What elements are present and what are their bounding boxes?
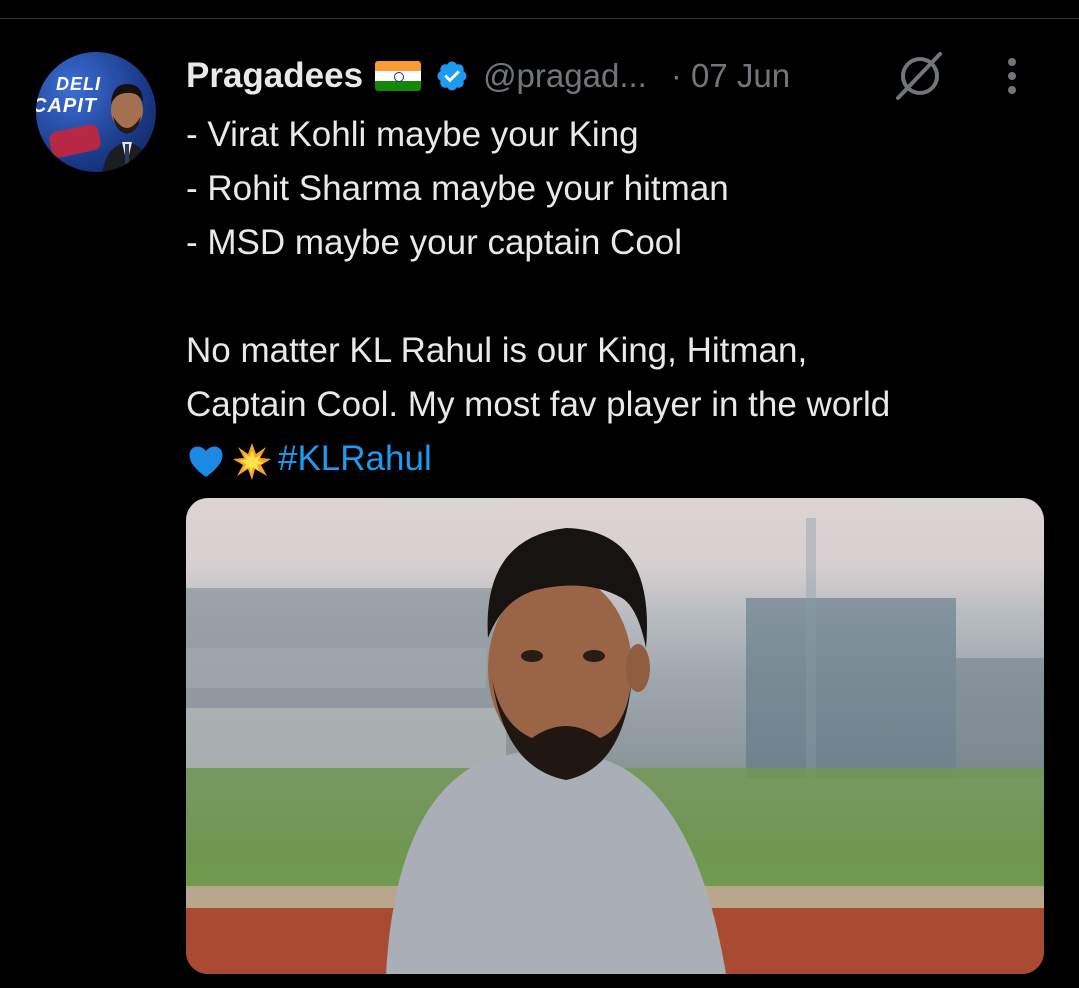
avatar[interactable]: DELI CAPIT bbox=[36, 52, 156, 172]
photo-content bbox=[186, 518, 1044, 974]
tweet-header: Pragadees @pragad... · 07 Jun bbox=[186, 52, 1056, 100]
collision-icon bbox=[233, 442, 271, 480]
avatar-text-line1: DELI bbox=[56, 74, 102, 94]
grok-icon[interactable] bbox=[892, 48, 948, 104]
tweet-line-7: #KLRahul bbox=[186, 432, 1046, 486]
india-flag-icon bbox=[375, 61, 422, 91]
tweet-line-6: Captain Cool. My most fav player in the … bbox=[186, 385, 891, 424]
avatar-text-line2: CAPIT bbox=[36, 95, 97, 117]
blue-heart-icon bbox=[189, 446, 223, 477]
tweet-line-5: No matter KL Rahul is our King, Hitman, bbox=[186, 331, 808, 370]
verified-badge-icon[interactable] bbox=[435, 59, 469, 93]
tweet-date[interactable]: · 07 Jun bbox=[671, 57, 790, 95]
tweet-line-2: - Rohit Sharma maybe your hitman bbox=[186, 169, 729, 208]
avatar-team-text: DELI CAPIT bbox=[36, 74, 101, 118]
user-handle[interactable]: @pragad... bbox=[483, 57, 647, 95]
tweet-body: - Virat Kohli maybe your King - Rohit Sh… bbox=[186, 108, 1046, 486]
date-value: 07 Jun bbox=[691, 57, 791, 94]
display-name[interactable]: Pragadees bbox=[186, 56, 363, 96]
hashtag-link[interactable]: #KLRahul bbox=[278, 439, 432, 478]
top-divider bbox=[0, 18, 1079, 19]
tweet-photo[interactable] bbox=[186, 498, 1044, 974]
tweet-line-1: - Virat Kohli maybe your King bbox=[186, 115, 639, 154]
more-vertical-icon[interactable] bbox=[1002, 54, 1022, 98]
avatar-team-logo-accent bbox=[47, 123, 103, 159]
tweet-line-3: - MSD maybe your captain Cool bbox=[186, 223, 683, 262]
date-separator: · bbox=[670, 57, 682, 94]
avatar-person-image bbox=[102, 84, 153, 172]
